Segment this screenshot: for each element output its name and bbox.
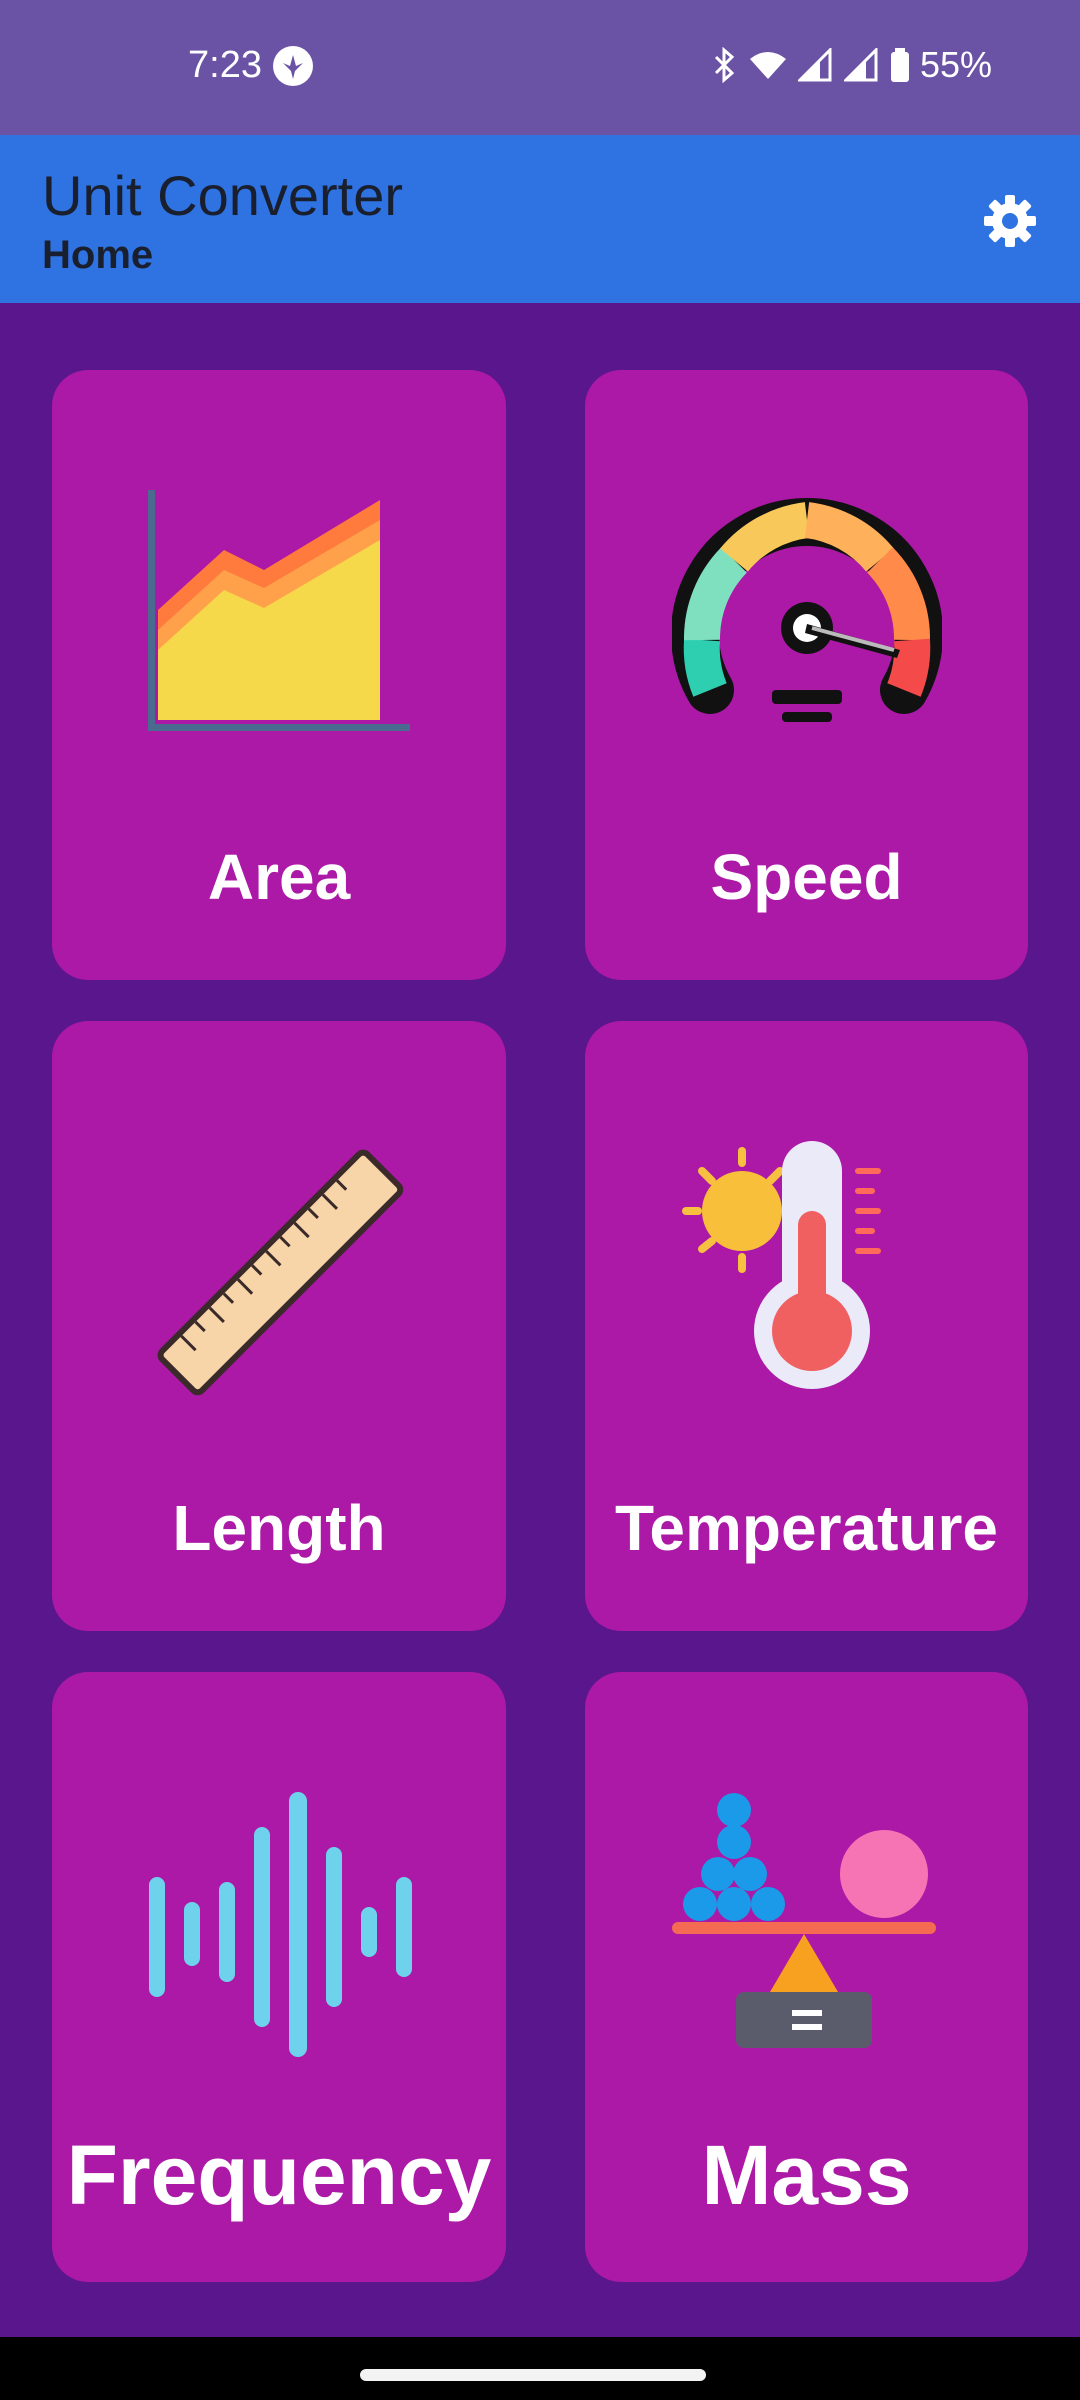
speedometer-icon bbox=[585, 490, 1028, 740]
thermometer-sun-icon bbox=[585, 1141, 1028, 1401]
settings-button[interactable] bbox=[976, 187, 1044, 255]
signal-icon-1 bbox=[797, 48, 832, 82]
temperature-card-label: Temperature bbox=[615, 1492, 998, 1564]
home-gesture-handle[interactable] bbox=[360, 2369, 706, 2381]
mass-card-label: Mass bbox=[701, 2128, 912, 2222]
page-subtitle: Home bbox=[42, 233, 154, 277]
app-notification-icon bbox=[273, 46, 313, 86]
app-bar: Unit Converter Home bbox=[0, 135, 1080, 303]
status-bar: 7:23 55% bbox=[0, 0, 1080, 135]
battery-icon bbox=[890, 48, 909, 82]
speed-card-label: Speed bbox=[710, 841, 903, 913]
app-title: Unit Converter bbox=[42, 164, 404, 227]
wifi-icon bbox=[749, 52, 786, 79]
length-card[interactable]: Length bbox=[52, 1021, 506, 1631]
sound-wave-icon bbox=[52, 1792, 506, 2062]
status-indicators: 55% bbox=[712, 44, 992, 86]
mass-card[interactable]: Mass bbox=[585, 1672, 1028, 2282]
gear-icon bbox=[984, 195, 1036, 247]
temperature-card[interactable]: Temperature bbox=[585, 1021, 1028, 1631]
area-chart-icon bbox=[52, 490, 506, 740]
frequency-card[interactable]: Frequency bbox=[52, 1672, 506, 2282]
bluetooth-icon bbox=[714, 47, 735, 83]
ruler-icon bbox=[52, 1141, 506, 1401]
speed-card[interactable]: Speed bbox=[585, 370, 1028, 980]
frequency-card-label: Frequency bbox=[66, 2128, 492, 2222]
area-card[interactable]: Area bbox=[52, 370, 506, 980]
signal-icon-2 bbox=[843, 48, 878, 82]
battery-percent: 55% bbox=[919, 44, 992, 85]
area-card-label: Area bbox=[207, 841, 351, 913]
length-card-label: Length bbox=[172, 1492, 386, 1564]
balance-scale-icon bbox=[585, 1792, 1028, 2062]
status-time: 7:23 bbox=[188, 44, 262, 86]
